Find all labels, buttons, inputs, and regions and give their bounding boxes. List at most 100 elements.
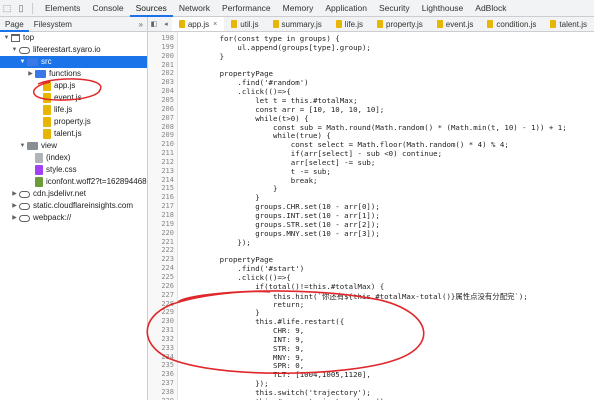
tree-file-event-js[interactable]: event.js xyxy=(0,92,147,104)
panel-tab-performance[interactable]: Performance xyxy=(216,0,277,17)
line-number[interactable]: 233 xyxy=(148,344,174,352)
panel-tab-console[interactable]: Console xyxy=(86,0,129,17)
tree-folder-functions[interactable]: ▶ functions xyxy=(0,68,147,80)
close-tab-icon[interactable]: × xyxy=(213,17,217,31)
panel-tab-memory[interactable]: Memory xyxy=(277,0,320,17)
tree-file-style-css[interactable]: style.css xyxy=(0,164,147,176)
line-number[interactable]: 209 xyxy=(148,131,174,139)
expand-arrow-icon[interactable]: ▶ xyxy=(10,188,19,200)
line-number[interactable]: 208 xyxy=(148,123,174,131)
line-number[interactable]: 211 xyxy=(148,149,174,157)
code-line: const arr = [10, 10, 10, 10]; xyxy=(184,104,385,114)
line-number[interactable]: 213 xyxy=(148,167,174,175)
line-number[interactable]: 198 xyxy=(148,34,174,42)
line-number[interactable]: 228 xyxy=(148,300,174,308)
tree-file-index[interactable]: (index) xyxy=(0,152,147,164)
tree-file-talent-js[interactable]: talent.js xyxy=(0,128,147,140)
line-number[interactable]: 229 xyxy=(148,308,174,316)
tree-domain-cloudflare[interactable]: ▶ static.cloudflareinsights.com xyxy=(0,200,147,212)
line-number[interactable]: 219 xyxy=(148,220,174,228)
tree-top[interactable]: ▼ top xyxy=(0,32,147,44)
panel-tab-lighthouse[interactable]: Lighthouse xyxy=(416,0,470,17)
panel-tab-network[interactable]: Network xyxy=(173,0,216,17)
code-editor[interactable]: 198 199 200 201 202 203 204 205 206 207 208 209 210 2… xyxy=(148,32,594,400)
line-number[interactable]: 222 xyxy=(148,246,174,254)
line-number[interactable]: 205 xyxy=(148,96,174,104)
code-line: propertyPage xyxy=(184,255,273,265)
tree-domain-jsdelivr[interactable]: ▶ cdn.jsdelivr.net xyxy=(0,188,147,200)
tree-item-label: event.js xyxy=(54,93,82,102)
line-number[interactable]: 200 xyxy=(148,52,174,60)
expand-arrow-icon[interactable]: ▶ xyxy=(26,68,35,80)
line-number[interactable]: 232 xyxy=(148,335,174,343)
line-number[interactable]: 214 xyxy=(148,176,174,184)
editor-tab-summary-js[interactable]: summary.js xyxy=(266,17,329,31)
back-icon[interactable]: ◂ xyxy=(160,20,172,28)
line-number[interactable]: 207 xyxy=(148,114,174,122)
tree-item-label: app.js xyxy=(54,81,76,90)
line-number[interactable]: 224 xyxy=(148,264,174,272)
line-number[interactable]: 231 xyxy=(148,326,174,334)
cloud-icon xyxy=(19,190,30,198)
editor-tab-app-js[interactable]: app.js × xyxy=(171,17,225,31)
expand-arrow-icon[interactable]: ▼ xyxy=(10,44,19,56)
panel-tab-security[interactable]: Security xyxy=(373,0,416,17)
toggle-navigator-icon[interactable]: ◧ xyxy=(148,20,160,28)
line-number[interactable]: 206 xyxy=(148,105,174,113)
expand-arrow-icon[interactable]: ▼ xyxy=(2,32,11,44)
device-toolbar-icon[interactable]: ▯ xyxy=(14,0,28,17)
panel-tab-application[interactable]: Application xyxy=(319,0,373,17)
line-number[interactable]: 237 xyxy=(148,379,174,387)
tree-file-app-js[interactable]: app.js xyxy=(0,80,147,92)
tab-page[interactable]: Page xyxy=(0,17,29,32)
tree-file-property-js[interactable]: property.js xyxy=(0,116,147,128)
tree-domain[interactable]: ▼ lifeerestart.syaro.io xyxy=(0,44,147,56)
panel-tab-sources[interactable]: Sources xyxy=(129,0,173,17)
line-number[interactable]: 223 xyxy=(148,255,174,263)
line-number[interactable]: 220 xyxy=(148,229,174,237)
editor-tab-property-js[interactable]: property.js xyxy=(370,17,430,31)
tab-filesystem[interactable]: Filesystem xyxy=(29,17,77,32)
panel-tab-elements[interactable]: Elements xyxy=(39,0,86,17)
line-number[interactable]: 221 xyxy=(148,238,174,246)
code-line: for(const type in groups) { xyxy=(184,34,340,43)
expand-arrow-icon[interactable]: ▼ xyxy=(18,140,27,152)
expand-arrow-icon[interactable]: ▶ xyxy=(10,200,19,212)
line-number[interactable]: 210 xyxy=(148,140,174,148)
line-number[interactable]: 217 xyxy=(148,202,174,210)
editor-tab-util-js[interactable]: util.js xyxy=(224,17,265,31)
line-number[interactable]: 216 xyxy=(148,193,174,201)
line-number[interactable]: 218 xyxy=(148,211,174,219)
file-purple-icon xyxy=(35,165,43,175)
editor-tab-life-js[interactable]: life.js xyxy=(329,17,370,31)
editor-tab-event-js[interactable]: event.js xyxy=(430,17,481,31)
more-tabs-icon[interactable]: » xyxy=(139,20,143,29)
line-number[interactable]: 226 xyxy=(148,282,174,290)
line-number[interactable]: 199 xyxy=(148,43,174,51)
expand-arrow-icon[interactable]: ▼ xyxy=(18,56,27,68)
tree-folder-src[interactable]: ▼ src xyxy=(0,56,147,68)
line-number[interactable]: 215 xyxy=(148,184,174,192)
inspect-element-icon[interactable]: ⬚ xyxy=(0,0,14,17)
panel-tab-adblock[interactable]: AdBlock xyxy=(469,0,512,17)
line-number[interactable]: 238 xyxy=(148,388,174,396)
tree-domain-webpack[interactable]: ▶ webpack:// xyxy=(0,212,147,224)
line-number[interactable]: 203 xyxy=(148,78,174,86)
line-number[interactable]: 225 xyxy=(148,273,174,281)
editor-tab-talent-js[interactable]: talent.js xyxy=(543,17,594,31)
line-number[interactable]: 204 xyxy=(148,87,174,95)
editor-tab-condition-js[interactable]: condition.js xyxy=(480,17,543,31)
expand-arrow-icon[interactable]: ▶ xyxy=(10,212,19,224)
line-number[interactable]: 236 xyxy=(148,370,174,378)
line-number[interactable]: 235 xyxy=(148,361,174,369)
tree-folder-view[interactable]: ▼ view xyxy=(0,140,147,152)
line-number[interactable]: 202 xyxy=(148,69,174,77)
tree-file-iconfont[interactable]: iconfont.woff2?t=162894468 xyxy=(0,176,147,188)
line-number[interactable]: 230 xyxy=(148,317,174,325)
line-number[interactable]: 201 xyxy=(148,61,174,69)
editor-tab-label: util.js xyxy=(240,19,259,29)
line-number[interactable]: 212 xyxy=(148,158,174,166)
line-number[interactable]: 234 xyxy=(148,353,174,361)
line-number[interactable]: 227 xyxy=(148,291,174,299)
tree-file-life-js[interactable]: life.js xyxy=(0,104,147,116)
